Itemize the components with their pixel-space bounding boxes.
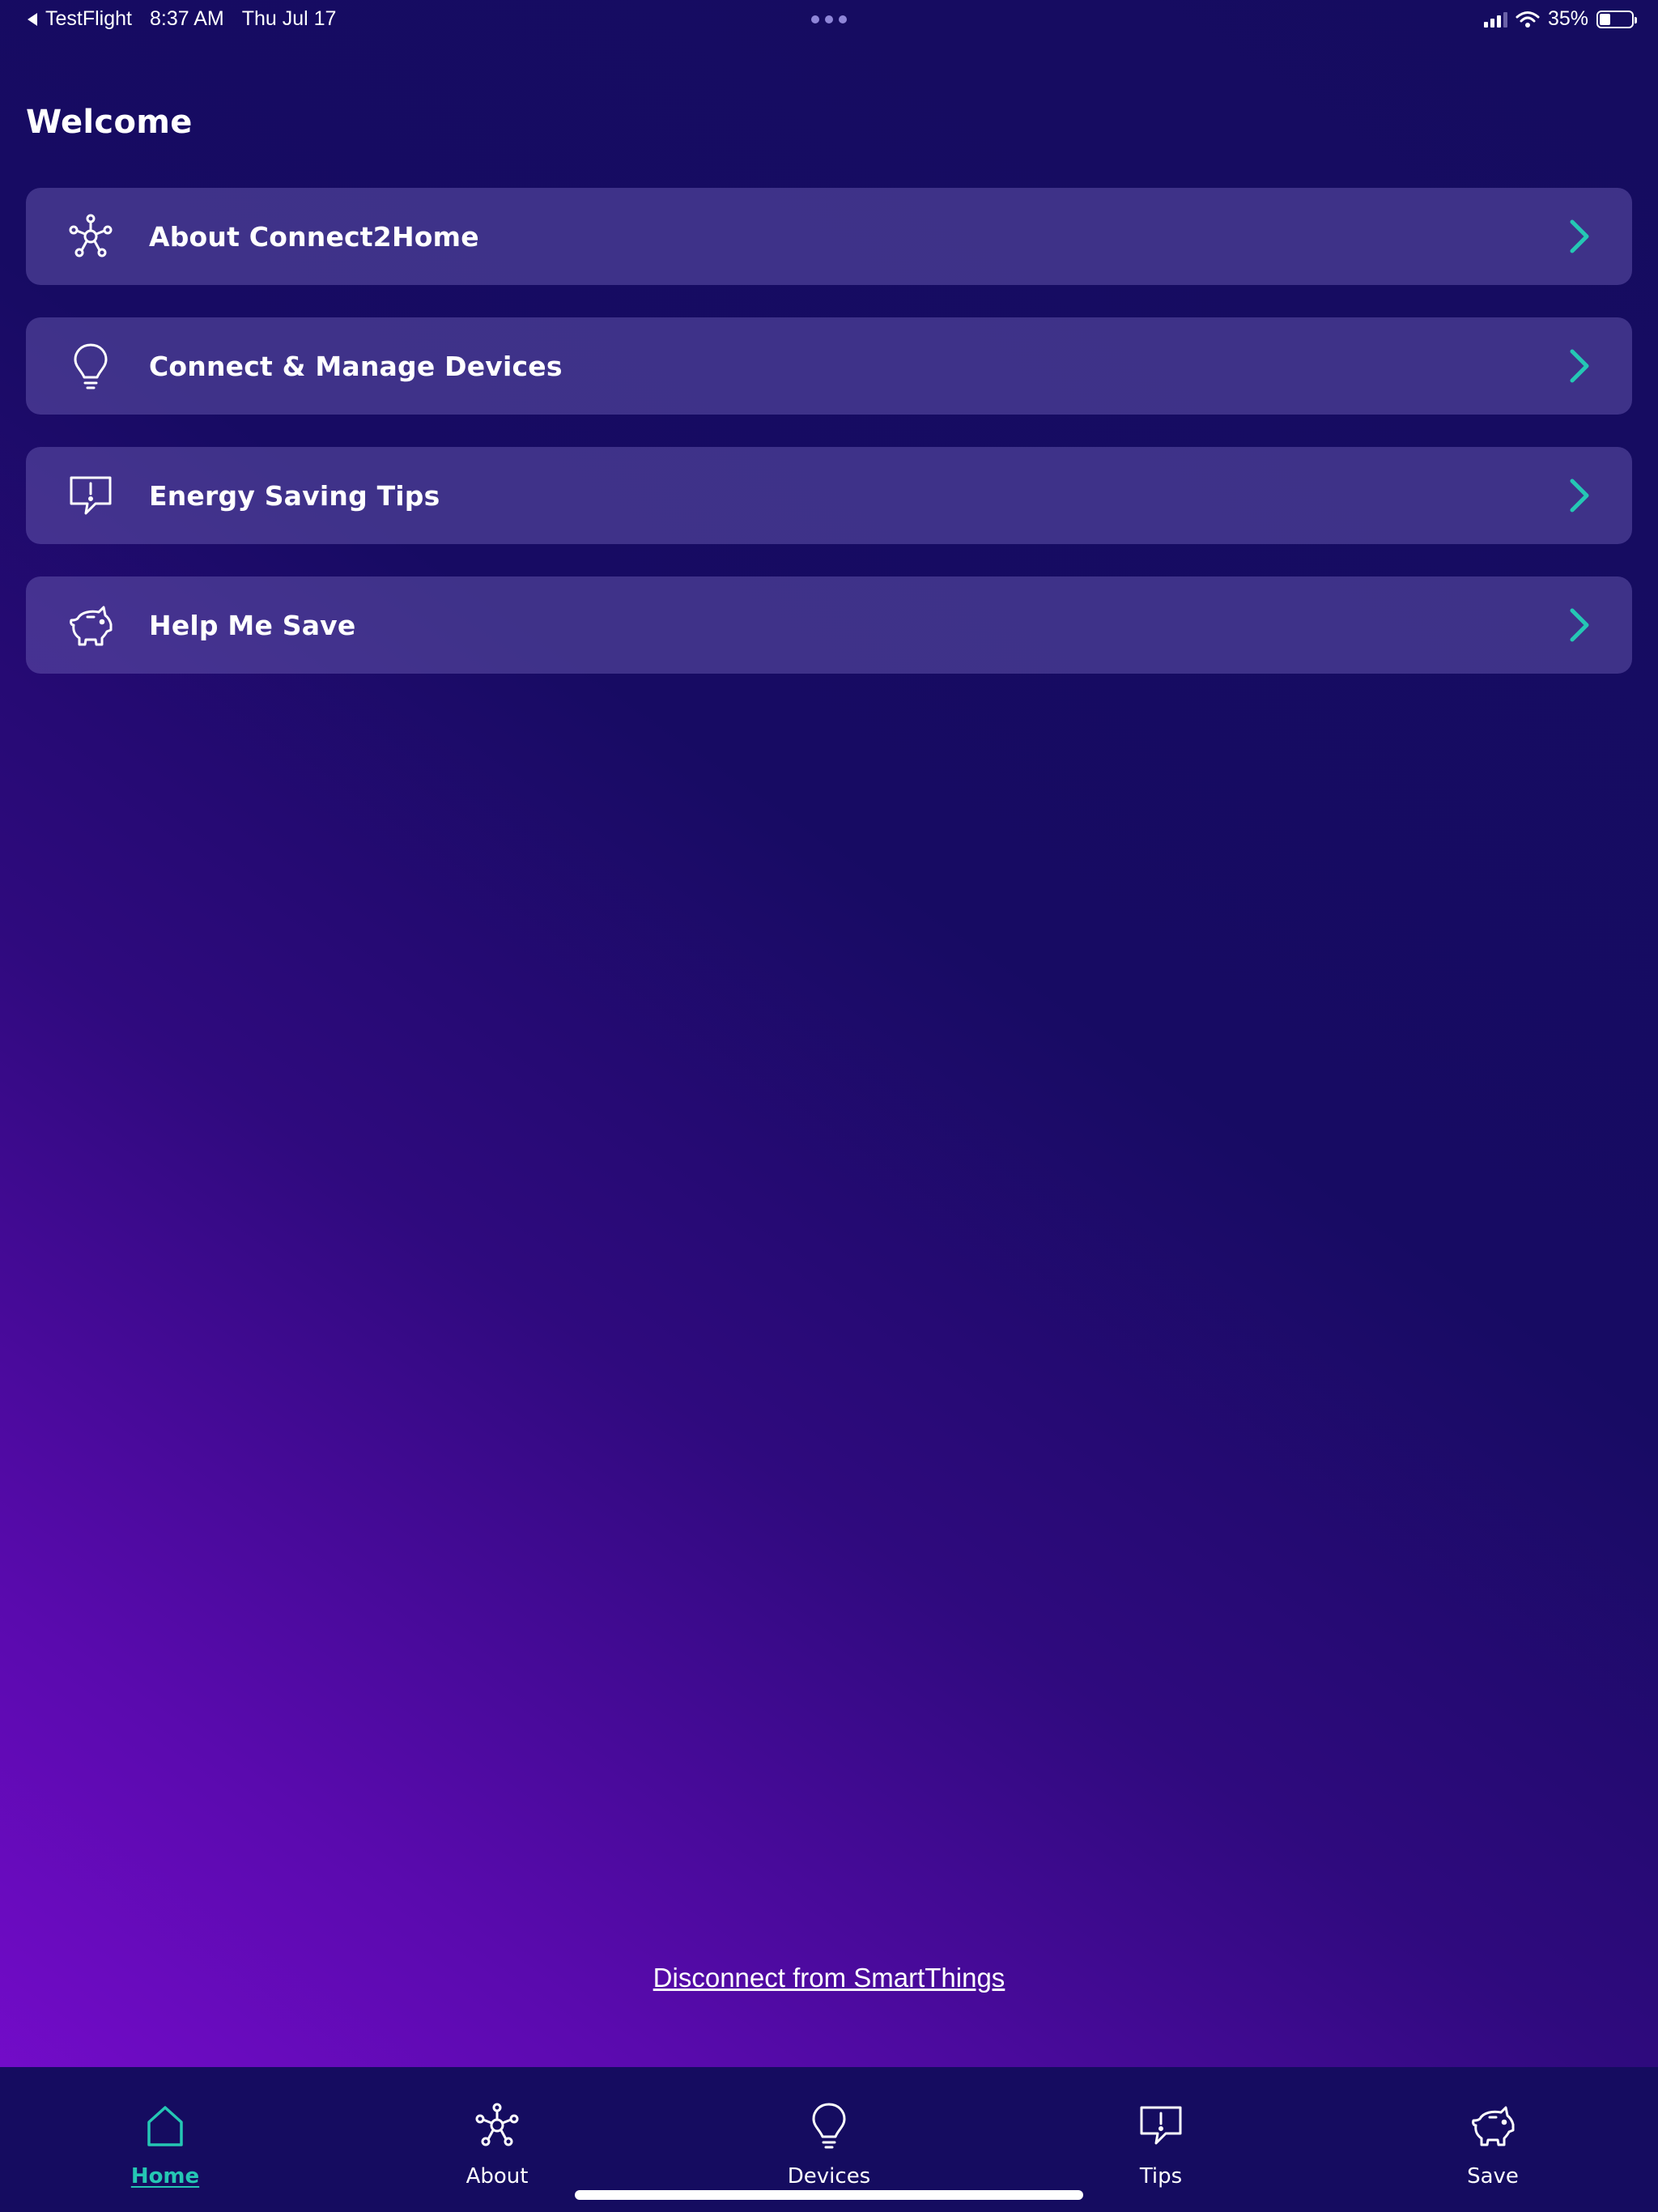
tab-home[interactable]: Home — [68, 2067, 262, 2212]
chevron-right-icon — [1570, 479, 1589, 513]
menu-item-save[interactable]: Help Me Save — [26, 576, 1632, 674]
network-hub-icon — [69, 214, 113, 257]
cellular-signal-icon — [1483, 11, 1507, 28]
back-app-label: TestFlight — [45, 7, 132, 30]
multitasking-dots[interactable] — [811, 15, 847, 23]
main-menu: About Connect2Home Connect & Manage Devi… — [26, 188, 1632, 706]
lightbulb-icon — [812, 2103, 846, 2149]
menu-item-devices[interactable]: Connect & Manage Devices — [26, 317, 1632, 415]
chevron-right-icon — [1570, 608, 1589, 642]
chevron-right-icon — [1570, 219, 1589, 253]
tab-label: Tips — [1139, 2164, 1183, 2189]
battery-icon — [1596, 10, 1637, 28]
menu-item-label: Help Me Save — [149, 609, 356, 641]
tab-tips[interactable]: Tips — [1064, 2067, 1258, 2212]
menu-item-tips[interactable]: Energy Saving Tips — [26, 447, 1632, 544]
tab-label: Devices — [787, 2164, 871, 2189]
menu-item-label: Energy Saving Tips — [149, 479, 440, 512]
battery-percent: 35% — [1547, 7, 1588, 30]
disconnect-smartthings-link[interactable]: Disconnect from SmartThings — [0, 1963, 1658, 1993]
piggy-bank-icon — [1472, 2106, 1515, 2146]
home-indicator[interactable] — [575, 2190, 1083, 2200]
alert-chat-icon — [1140, 2106, 1182, 2145]
alert-chat-icon — [70, 476, 112, 515]
menu-item-about[interactable]: About Connect2Home — [26, 188, 1632, 285]
back-triangle-icon — [28, 12, 37, 26]
piggy-bank-icon — [70, 606, 113, 646]
page-title: Welcome — [26, 104, 193, 141]
status-time: 8:37 AM — [149, 7, 224, 30]
tab-label: Home — [130, 2164, 200, 2189]
status-date: Thu Jul 17 — [241, 7, 337, 30]
tab-label: Save — [1467, 2164, 1519, 2189]
network-hub-icon — [475, 2103, 519, 2146]
menu-item-label: Connect & Manage Devices — [149, 350, 563, 382]
back-to-app-button[interactable]: TestFlight — [26, 7, 132, 31]
menu-item-label: About Connect2Home — [149, 220, 479, 253]
home-icon — [147, 2106, 183, 2146]
chevron-right-icon — [1570, 349, 1589, 383]
tab-save[interactable]: Save — [1396, 2067, 1590, 2212]
status-bar: TestFlight 8:37 AM Thu Jul 17 35% — [0, 0, 1658, 39]
lightbulb-icon — [74, 343, 108, 389]
wifi-icon — [1516, 11, 1540, 28]
tab-label: About — [466, 2164, 529, 2189]
tab-about[interactable]: About — [400, 2067, 594, 2212]
